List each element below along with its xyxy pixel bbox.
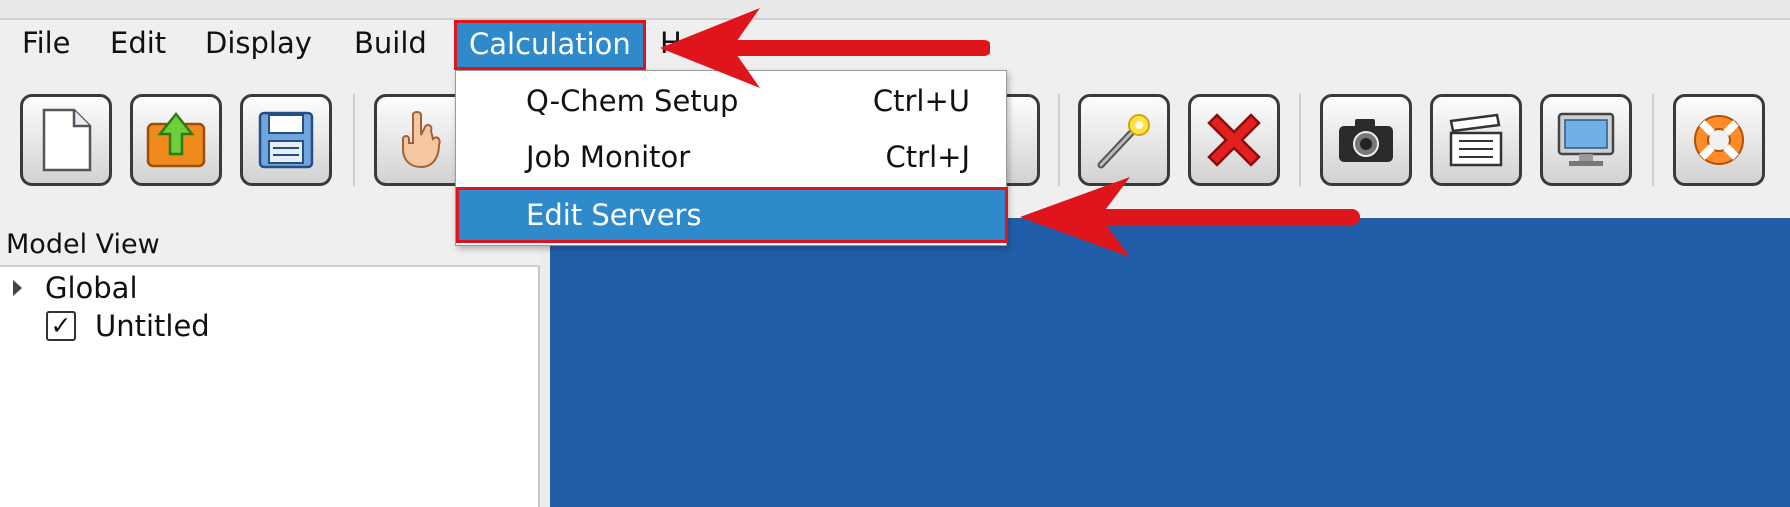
- new-file-icon: [42, 108, 92, 172]
- toolbar-separator: [1058, 94, 1060, 186]
- expand-arrow-icon[interactable]: [13, 280, 22, 296]
- calculation-dropdown-menu: Q-Chem Setup Ctrl+U Job Monitor Ctrl+J E…: [455, 70, 1008, 246]
- monitor-icon: [1557, 112, 1615, 166]
- clapperboard-icon: [1449, 113, 1503, 167]
- toolbar-separator: [353, 94, 355, 186]
- molecule-viewport[interactable]: [550, 218, 1790, 507]
- magic-wand-icon: [1097, 114, 1150, 169]
- model-view-tree: Global ✓ Untitled: [0, 265, 540, 507]
- new-file-button[interactable]: [20, 94, 112, 186]
- menu-display[interactable]: Display: [193, 20, 324, 70]
- delete-icon: [1207, 113, 1261, 167]
- tree-item-label: Untitled: [95, 309, 210, 343]
- movie-button[interactable]: [1430, 94, 1522, 186]
- menu-edit[interactable]: Edit: [98, 20, 178, 70]
- camera-icon: [1339, 119, 1393, 162]
- save-icon: [258, 111, 314, 169]
- menu-item-label: Edit Servers: [526, 198, 702, 232]
- menu-item-shortcut: Ctrl+J: [885, 140, 970, 174]
- delete-button[interactable]: [1188, 94, 1280, 186]
- menu-calculation[interactable]: Calculation: [454, 20, 646, 70]
- visibility-checkbox[interactable]: ✓: [46, 311, 76, 341]
- open-file-icon: [146, 111, 206, 168]
- menu-item-edit-servers[interactable]: Edit Servers: [456, 187, 1008, 243]
- magic-wand-button[interactable]: [1078, 94, 1170, 186]
- hand-icon: [402, 111, 441, 169]
- monitor-button[interactable]: [1540, 94, 1632, 186]
- panel-splitter[interactable]: [540, 218, 550, 507]
- menu-build[interactable]: Build: [342, 20, 439, 70]
- tree-item-label: Global: [45, 271, 138, 305]
- lifebuoy-icon: [1694, 115, 1744, 165]
- menu-file[interactable]: File: [10, 20, 83, 70]
- select-hand-button[interactable]: [374, 94, 466, 186]
- open-file-button[interactable]: [130, 94, 222, 186]
- menu-item-label: Job Monitor: [526, 140, 691, 174]
- camera-button[interactable]: [1320, 94, 1412, 186]
- toolbar-separator: [1652, 94, 1654, 186]
- help-button[interactable]: [1673, 94, 1765, 186]
- menu-item-job-monitor[interactable]: Job Monitor Ctrl+J: [456, 129, 1006, 185]
- annotation-arrow-icon: [1020, 177, 1360, 257]
- toolbar-separator: [1299, 94, 1301, 186]
- save-button[interactable]: [240, 94, 332, 186]
- annotation-arrow-icon: [660, 8, 990, 88]
